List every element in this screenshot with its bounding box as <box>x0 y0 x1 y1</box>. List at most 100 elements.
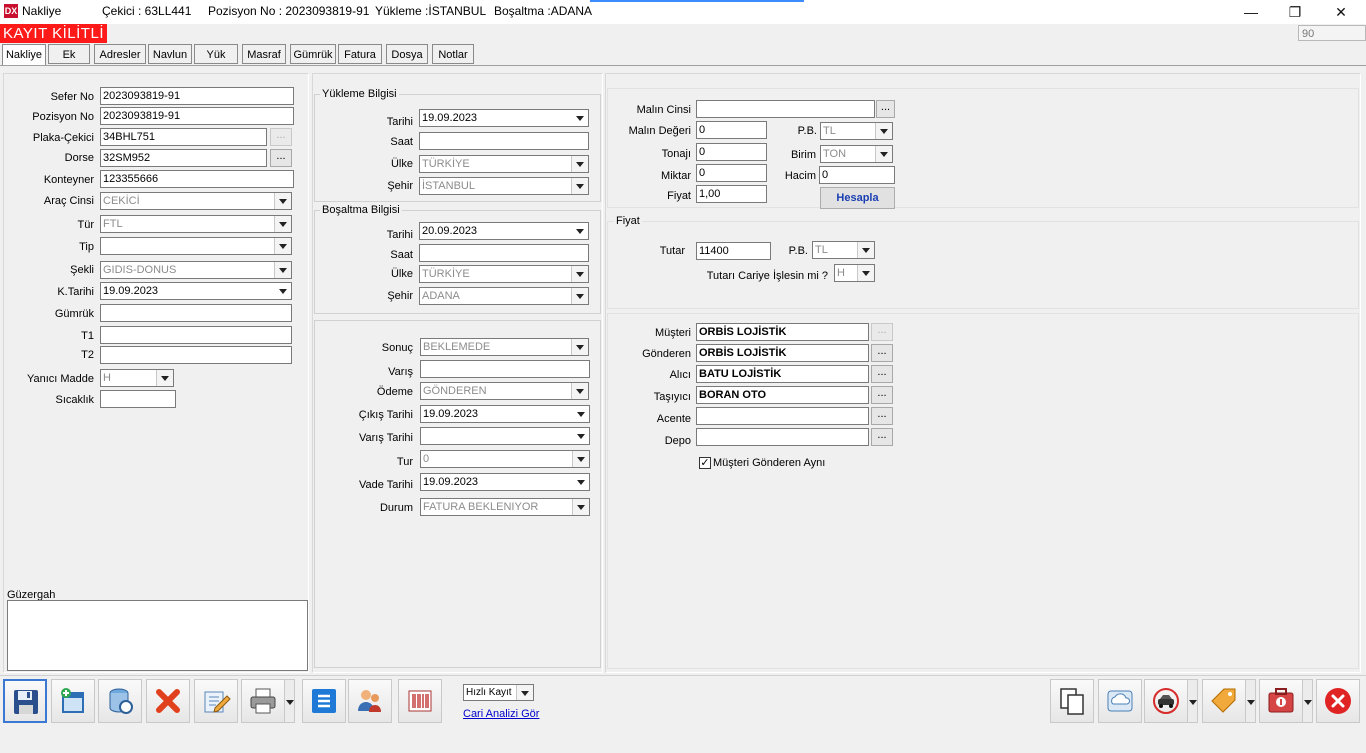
vade-tarihi-date-picker[interactable]: 19.09.2023 <box>420 473 590 491</box>
ktarihi-date-picker[interactable]: 19.09.2023 <box>100 282 292 300</box>
price-tag-icon <box>1211 688 1236 713</box>
bosaltma-ulke-select[interactable]: TÜRKİYE <box>419 265 589 283</box>
malin-degeri-field[interactable]: 0 <box>696 121 767 139</box>
tab-ek[interactable]: Ek <box>48 44 90 64</box>
tutar-pb-select[interactable]: TL <box>812 241 875 259</box>
tur-select[interactable]: FTL <box>100 215 292 233</box>
save-button[interactable] <box>3 679 47 723</box>
chevron-down-icon <box>571 383 588 399</box>
depo-field[interactable] <box>696 428 869 446</box>
cost-button[interactable] <box>1259 679 1303 723</box>
varis-tarihi-date-picker[interactable] <box>420 427 590 445</box>
gonderen-browse-button[interactable]: ... <box>871 344 893 362</box>
list-button[interactable] <box>302 679 346 723</box>
tab-dosya[interactable]: Dosya <box>386 44 428 64</box>
tab-masraf[interactable]: Masraf <box>242 44 286 64</box>
alici-field[interactable]: BATU LOJİSTİK <box>696 365 869 383</box>
price-tag-dropdown-button[interactable] <box>1246 679 1256 723</box>
sefer-no-field[interactable]: 2023093819-91 <box>100 87 294 105</box>
gumruk-field[interactable] <box>100 304 292 322</box>
malin-cinsi-field[interactable] <box>696 100 875 118</box>
cost-dropdown-button[interactable] <box>1303 679 1313 723</box>
tab-nakliye[interactable]: Nakliye <box>2 44 46 66</box>
price-tag-button[interactable] <box>1202 679 1246 723</box>
tab-yuk[interactable]: Yük <box>194 44 238 64</box>
pozisyon-no-field[interactable]: 2023093819-91 <box>100 107 294 125</box>
cari-analizi-link[interactable]: Cari Analizi Gör <box>463 708 539 720</box>
odeme-select[interactable]: GÖNDEREN <box>420 382 589 400</box>
delete-button[interactable] <box>146 679 190 723</box>
acente-field[interactable] <box>696 407 869 425</box>
varis-field[interactable] <box>420 360 590 378</box>
sicaklik-field[interactable] <box>100 390 176 408</box>
miktar-field[interactable]: 0 <box>696 164 767 182</box>
cikis-tarihi-date-picker[interactable]: 19.09.2023 <box>420 405 590 423</box>
chevron-down-icon <box>857 265 874 281</box>
birim-select[interactable]: TON <box>820 145 893 163</box>
title-bosaltma: Boşaltma :ADANA <box>494 4 593 18</box>
musteri-gonderen-ayni-checkbox[interactable]: ✓ <box>699 457 711 469</box>
yanici-madde-select[interactable]: H <box>100 369 174 387</box>
bosaltma-sehir-select[interactable]: ADANA <box>419 287 589 305</box>
barcode-button[interactable] <box>398 679 442 723</box>
bosaltma-sehir-label: Şehir <box>387 290 413 302</box>
minimize-button[interactable]: — <box>1236 2 1266 22</box>
tonaj-field[interactable]: 0 <box>696 143 767 161</box>
tab-gumruk[interactable]: Gümrük <box>290 44 336 64</box>
new-record-button[interactable] <box>51 679 95 723</box>
tasiyici-field[interactable]: BORAN OTO <box>696 386 869 404</box>
tip-select[interactable] <box>100 237 292 255</box>
fiyat-field[interactable]: 1,00 <box>696 185 767 203</box>
musteri-field[interactable]: ORBİS LOJİSTİK <box>696 323 869 341</box>
tutar-field[interactable]: 11400 <box>696 242 771 260</box>
hacim-field[interactable]: 0 <box>819 166 895 184</box>
sonuc-select[interactable]: BEKLEMEDE <box>420 338 589 356</box>
restore-button[interactable]: ❐ <box>1280 2 1310 22</box>
tab-adresler[interactable]: Adresler <box>94 44 146 64</box>
cariye-islesin-select[interactable]: H <box>834 264 875 282</box>
users-button[interactable] <box>348 679 392 723</box>
copy-button[interactable] <box>1050 679 1094 723</box>
print-button[interactable] <box>241 679 285 723</box>
konteyner-field[interactable]: 123355666 <box>100 170 294 188</box>
guzergah-textarea[interactable] <box>7 600 308 671</box>
yukleme-ulke-select[interactable]: TÜRKİYE <box>419 155 589 173</box>
tab-fatura[interactable]: Fatura <box>338 44 382 64</box>
print-dropdown-button[interactable] <box>285 679 295 723</box>
dorse-browse-button[interactable]: ... <box>270 149 292 167</box>
hesapla-button[interactable]: Hesapla <box>820 187 895 209</box>
arac-cinsi-select[interactable]: CEKİCİ <box>100 192 292 210</box>
plaka-field[interactable]: 34BHL751 <box>100 128 267 146</box>
tur-count-select[interactable]: 0 <box>420 450 590 468</box>
durum-select[interactable]: FATURA BEKLENIYOR <box>420 498 590 516</box>
dorse-field[interactable]: 32SM952 <box>100 149 267 167</box>
malin-cinsi-browse-button[interactable]: ... <box>876 100 895 118</box>
t1-field[interactable] <box>100 326 292 344</box>
plaka-browse-button[interactable]: ... <box>270 128 292 146</box>
acente-browse-button[interactable]: ... <box>871 407 893 425</box>
database-button[interactable] <box>98 679 142 723</box>
yukleme-saat-field[interactable] <box>419 132 589 150</box>
bosaltma-tarihi-date-picker[interactable]: 20.09.2023 <box>419 222 589 240</box>
hizli-kayit-select[interactable]: Hızlı Kayıt <box>463 684 534 701</box>
gonderen-field[interactable]: ORBİS LOJİSTİK <box>696 344 869 362</box>
vehicle-dropdown-button[interactable] <box>1188 679 1198 723</box>
yukleme-tarihi-date-picker[interactable]: 19.09.2023 <box>419 109 589 127</box>
depo-browse-button[interactable]: ... <box>871 428 893 446</box>
yukleme-ulke-value: TÜRKİYE <box>422 158 470 170</box>
sekli-select[interactable]: GIDIS-DONUS <box>100 261 292 279</box>
vehicle-button[interactable] <box>1144 679 1188 723</box>
bosaltma-saat-field[interactable] <box>419 244 589 262</box>
tasiyici-browse-button[interactable]: ... <box>871 386 893 404</box>
close-window-button[interactable]: ✕ <box>1326 2 1356 22</box>
musteri-browse-button[interactable]: ... <box>871 323 893 341</box>
alici-browse-button[interactable]: ... <box>871 365 893 383</box>
yukleme-sehir-select[interactable]: İSTANBUL <box>419 177 589 195</box>
cloud-button[interactable] <box>1098 679 1142 723</box>
edit-button[interactable] <box>194 679 238 723</box>
tab-navlun[interactable]: Navlun <box>148 44 192 64</box>
exit-button[interactable] <box>1316 679 1360 723</box>
tab-notlar[interactable]: Notlar <box>432 44 474 64</box>
t2-field[interactable] <box>100 346 292 364</box>
mal-pb-select[interactable]: TL <box>820 122 893 140</box>
